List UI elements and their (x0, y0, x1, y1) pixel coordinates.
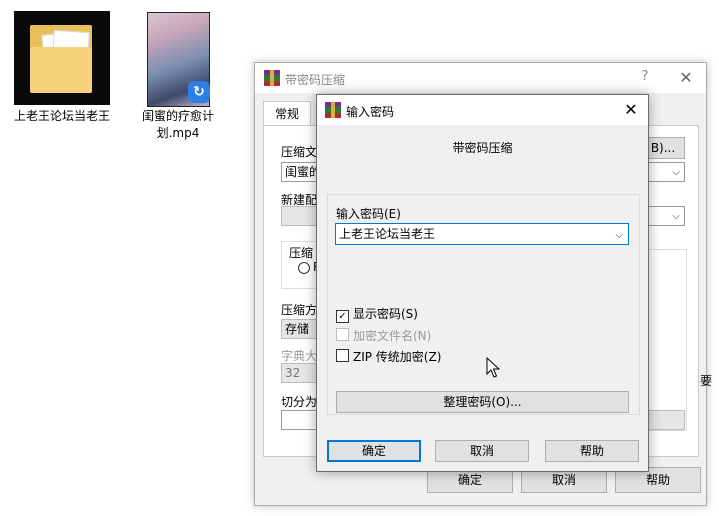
folder-icon[interactable] (14, 11, 110, 105)
chevron-down-icon: ⌵ (672, 211, 680, 222)
dialog-subtitle: 带密码压缩 (452, 141, 513, 155)
help-button[interactable]: 帮助 (545, 440, 639, 462)
ok-button[interactable]: 确定 (327, 440, 421, 462)
chevron-down-icon: ⌵ (672, 167, 680, 178)
archive-name-input[interactable]: 闺蜜的 (281, 162, 321, 182)
method-label: 压缩方 (281, 303, 318, 317)
folder-label[interactable]: 上老王论坛当老王 (14, 107, 110, 124)
checkbox-icon[interactable] (336, 328, 349, 341)
close-icon[interactable]: ✕ (619, 100, 643, 119)
close-icon[interactable]: ✕ (675, 68, 697, 87)
video-player-badge-icon: ↻ (188, 81, 210, 103)
bg-titlebar: 带密码压缩 ? ✕ (255, 63, 706, 93)
help-icon[interactable]: ? (635, 69, 655, 84)
zip-legacy-label: ZIP 传统加密(Z) (353, 350, 442, 364)
clipped-side-text: 要 (700, 374, 713, 388)
checkbox-checked-icon[interactable]: ✓ (336, 310, 349, 323)
method-select[interactable]: 存储 (281, 319, 321, 339)
dialog-title: 输入密码 (346, 105, 395, 119)
show-password-checkbox[interactable]: ✓ 显示密码(S) (336, 306, 418, 323)
profile-select[interactable] (281, 206, 321, 226)
show-password-label: 显示密码(S) (353, 307, 418, 321)
password-input[interactable]: 上老王论坛当老王 ⌵ (335, 223, 629, 245)
password-value: 上老王论坛当老王 (339, 227, 436, 241)
compress-group-label: 压缩 (289, 244, 314, 261)
split-volumes-label: 切分为 (281, 395, 318, 409)
archive-name-label: 压缩文 (281, 145, 318, 159)
encrypt-filenames-label: 加密文件名(N) (353, 329, 432, 343)
encrypt-filenames-checkbox[interactable]: 加密文件名(N) (336, 328, 431, 344)
tab-general[interactable]: 常规 (263, 101, 311, 126)
mouse-cursor-icon (486, 357, 500, 378)
dictionary-size-label: 字典大 (281, 349, 318, 363)
winrar-icon (325, 102, 341, 118)
zip-legacy-encryption-checkbox[interactable]: ZIP 传统加密(Z) (336, 349, 441, 365)
split-volumes-input[interactable] (281, 410, 321, 430)
password-label: 输入密码(E) (336, 207, 401, 221)
cancel-button[interactable]: 取消 (435, 440, 529, 462)
video-label[interactable]: 闺蜜的疗愈计划.mp4 (128, 107, 228, 141)
winrar-icon (264, 70, 280, 86)
radio-button[interactable] (298, 262, 310, 274)
checkbox-icon[interactable] (336, 349, 349, 362)
dialog-titlebar: 输入密码 ✕ (317, 95, 648, 125)
enter-password-dialog: 输入密码 ✕ 带密码压缩 输入密码(E) 上老王论坛当老王 ⌵ ✓ 显示密码(S)… (316, 94, 649, 472)
dictionary-size-select[interactable]: 32 (281, 363, 321, 383)
bg-window-title: 带密码压缩 (285, 73, 346, 87)
chevron-down-icon[interactable]: ⌵ (615, 226, 623, 246)
organize-passwords-button[interactable]: 整理密码(O)... (336, 391, 629, 413)
folder-front-shape (30, 47, 92, 93)
